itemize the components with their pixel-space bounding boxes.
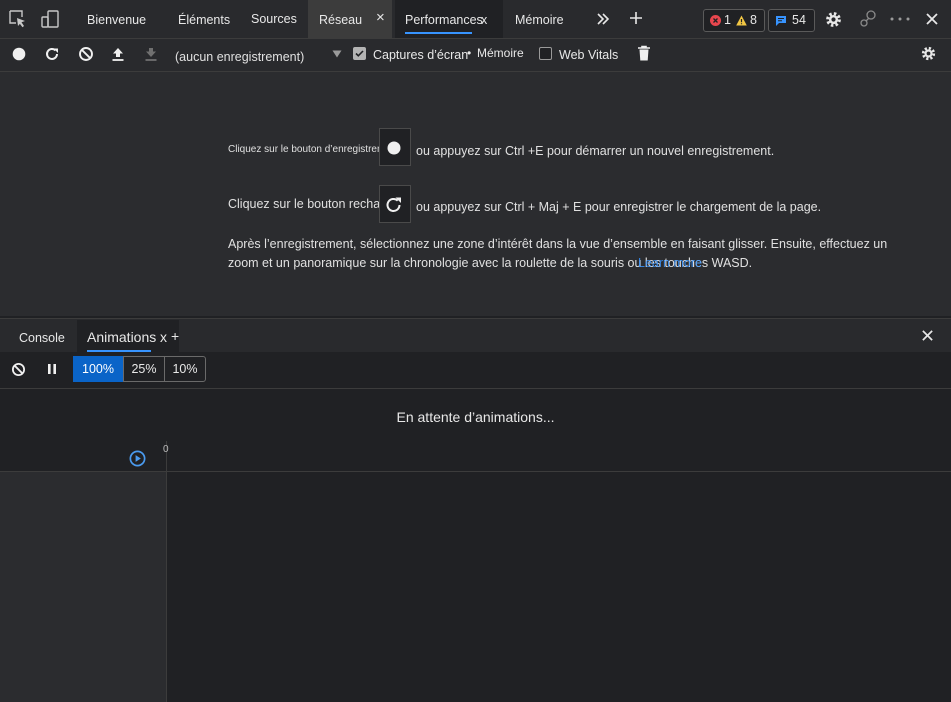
main-tab-bar: Bienvenue Éléments Sources Réseau × Perf… xyxy=(0,0,951,39)
animation-details-panel xyxy=(167,472,951,702)
save-profile-icon xyxy=(143,46,159,62)
animation-timeline-header: 0 xyxy=(0,441,951,472)
speed-10-button[interactable]: 10% xyxy=(164,356,206,382)
pause-icon[interactable] xyxy=(46,363,58,375)
tab-network[interactable]: Réseau × xyxy=(308,0,392,38)
inspect-element-icon[interactable] xyxy=(8,9,28,29)
issues-badge[interactable]: 54 xyxy=(768,9,815,32)
warning-count: 8 xyxy=(750,13,757,27)
error-count: 1 xyxy=(724,13,731,27)
trash-icon[interactable] xyxy=(637,45,651,62)
tab-welcome-label: Bienvenue xyxy=(87,13,147,27)
message-icon xyxy=(775,15,787,27)
bullet-separator: • xyxy=(467,46,472,60)
performance-toolbar: (aucun enregistrement) Captures d’écran … xyxy=(0,39,951,72)
landing-paragraph-line1: Après l’enregistrement, sélectionnez une… xyxy=(228,237,888,251)
animations-toolbar: 100% 25% 10% xyxy=(0,352,951,389)
memory-label: Mémoire xyxy=(477,46,524,60)
landing-record-button[interactable] xyxy=(379,128,411,166)
reload-instruction-text: Cliquez sur le bouton recharger xyxy=(228,197,403,211)
drawer-tab-animations-label: Animations xyxy=(87,329,157,345)
more-options-icon[interactable] xyxy=(890,17,910,21)
tab-memory-label: Mémoire xyxy=(515,13,564,27)
load-profile-icon[interactable] xyxy=(110,46,126,62)
screenshots-label: Captures d’écran xyxy=(373,48,469,62)
tab-network-close-icon[interactable]: × xyxy=(376,10,385,25)
clear-animations-icon[interactable] xyxy=(11,362,26,377)
chevron-down-icon[interactable] xyxy=(332,50,342,58)
tab-network-label: Réseau xyxy=(319,13,363,27)
performance-landing: Cliquez sur le bouton d’enregistrement o… xyxy=(0,72,951,316)
landing-reload-button[interactable] xyxy=(379,185,411,223)
webvitals-label: Web Vitals xyxy=(559,48,619,62)
errors-warnings-badge[interactable]: 1 8 xyxy=(703,9,765,32)
learn-more-link[interactable]: Learn more xyxy=(638,256,702,270)
speed-10-label: 10% xyxy=(172,362,198,376)
drawer-tab-animations-close-icon[interactable]: x xyxy=(160,329,167,345)
drawer-tab-console[interactable]: Console xyxy=(19,331,65,345)
tab-performance-underline xyxy=(405,32,472,34)
settings-gear-icon[interactable] xyxy=(824,10,843,29)
tab-elements[interactable]: Éléments xyxy=(178,0,230,38)
close-drawer-icon[interactable] xyxy=(921,329,934,342)
more-tabs-chevron-icon[interactable] xyxy=(596,12,610,26)
tab-sources-label: Sources xyxy=(251,12,297,26)
reload-record-icon[interactable] xyxy=(44,46,60,62)
error-icon xyxy=(710,15,721,26)
customize-connect-icon[interactable] xyxy=(858,9,878,29)
tab-performance-label: Performances xyxy=(405,13,483,27)
screenshots-checkbox[interactable] xyxy=(353,47,366,60)
tab-elements-label: Éléments xyxy=(178,13,231,27)
record-icon[interactable] xyxy=(12,47,26,61)
tab-memory[interactable]: Mémoire xyxy=(515,0,564,38)
speed-100-label: 100% xyxy=(82,362,114,376)
waiting-text: En attente d’animations... xyxy=(396,409,555,425)
drawer-tab-animations[interactable]: Animations x + xyxy=(77,320,179,353)
drawer-add-tab-icon[interactable]: + xyxy=(171,328,179,344)
reload-shortcut-text: ou appuyez sur Ctrl + Maj + E pour enreg… xyxy=(416,200,822,214)
speed-25-button[interactable]: 25% xyxy=(123,356,165,382)
device-emulation-icon[interactable] xyxy=(40,9,60,29)
replay-timeline-icon[interactable] xyxy=(128,449,147,468)
drawer-tab-bar: Console Animations x + xyxy=(0,318,951,353)
capture-settings-gear-icon[interactable] xyxy=(920,45,937,62)
recording-select[interactable]: (aucun enregistrement) xyxy=(175,50,304,64)
record-instruction-text: Cliquez sur le bouton d’enregistrement xyxy=(228,144,400,155)
tab-performance-close-icon[interactable]: x xyxy=(481,0,487,40)
tab-sources[interactable]: Sources xyxy=(251,0,297,38)
clear-icon[interactable] xyxy=(78,46,94,62)
record-shortcut-text: ou appuyez sur Ctrl +E pour démarrer un … xyxy=(416,144,775,158)
animation-groups-panel xyxy=(0,472,167,702)
add-tab-plus-icon[interactable] xyxy=(629,11,643,25)
speed-25-label: 25% xyxy=(131,362,157,376)
speed-100-button[interactable]: 100% xyxy=(73,356,123,382)
tab-welcome[interactable]: Bienvenue xyxy=(87,0,146,38)
waiting-message: En attente d’animations... xyxy=(0,389,951,442)
issues-count: 54 xyxy=(792,13,806,27)
timeline-zero-label: 0 xyxy=(163,444,169,455)
webvitals-checkbox[interactable] xyxy=(539,47,552,60)
tab-performance[interactable]: Performances x xyxy=(395,0,503,38)
warning-icon xyxy=(736,15,747,26)
close-devtools-icon[interactable] xyxy=(925,12,939,26)
